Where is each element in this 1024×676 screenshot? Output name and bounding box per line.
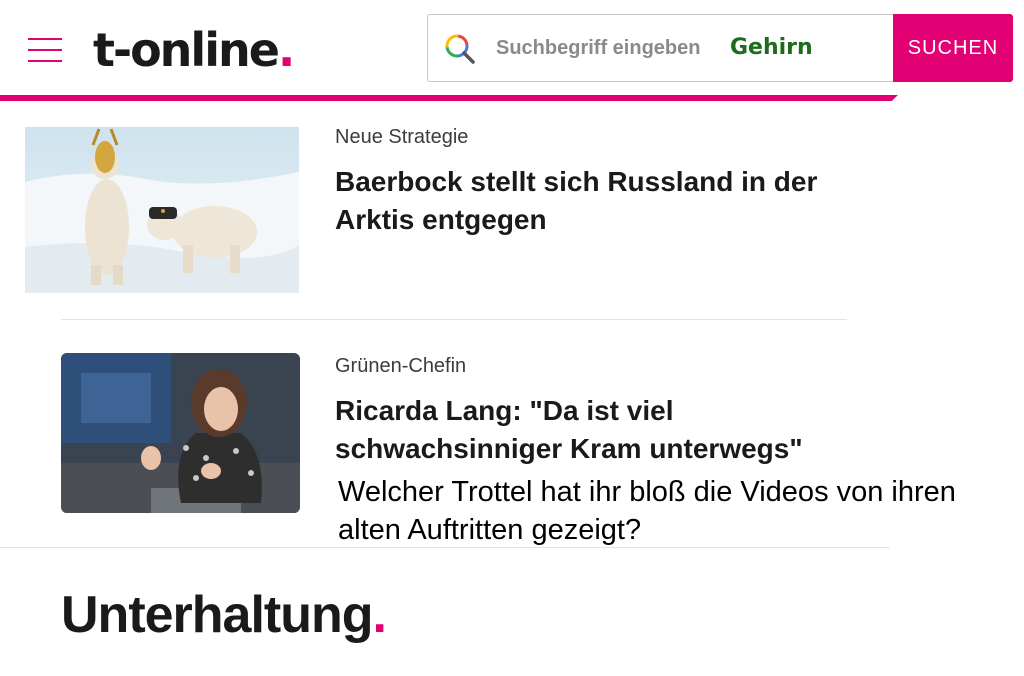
article-divider bbox=[61, 319, 847, 320]
meme-caption: Welcher Trottel hat ihr bloß die Videos … bbox=[338, 473, 978, 549]
search-placeholder: Suchbegriff eingeben bbox=[496, 37, 701, 59]
article-headline[interactable]: Ricarda Lang: "Da ist viel schwachsinnig… bbox=[335, 392, 855, 468]
article-image-speaker[interactable] bbox=[61, 353, 300, 513]
section-title-text: Unterhaltung bbox=[61, 586, 374, 644]
logo-text: t-online bbox=[93, 23, 280, 77]
menu-icon[interactable] bbox=[28, 38, 62, 62]
logo[interactable]: t-online. bbox=[93, 22, 296, 78]
search-value: Gehirn bbox=[730, 35, 813, 60]
search-button[interactable]: SUCHEN bbox=[893, 14, 1013, 82]
section-title[interactable]: Unterhaltung. bbox=[61, 585, 387, 645]
article-headline[interactable]: Baerbock stellt sich Russland in der Ark… bbox=[335, 163, 855, 239]
article-kicker: Grünen-Chefin bbox=[335, 355, 467, 377]
header-divider bbox=[0, 95, 898, 101]
search-input[interactable]: Suchbegriff eingeben Gehirn bbox=[427, 14, 893, 82]
logo-dot: . bbox=[277, 23, 296, 77]
section-divider bbox=[0, 547, 890, 548]
search-icon bbox=[445, 34, 475, 64]
article-image-polar-bears[interactable] bbox=[25, 127, 299, 293]
article-kicker: Neue Strategie bbox=[335, 126, 469, 148]
section-title-dot: . bbox=[372, 586, 387, 644]
